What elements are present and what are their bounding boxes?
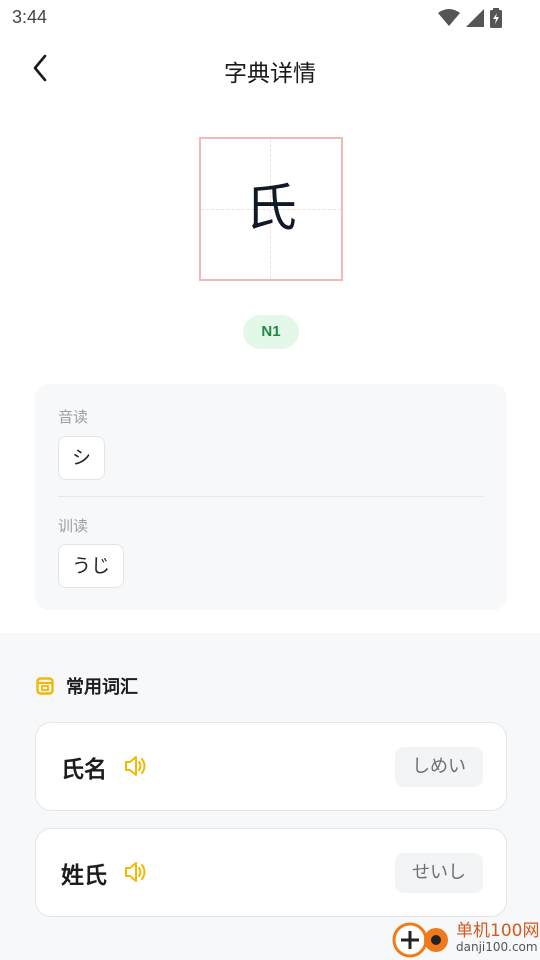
battery-icon — [490, 8, 502, 28]
vocab-title: 常用词汇 — [66, 677, 138, 698]
vocab-item[interactable]: 氏名 しめい — [35, 722, 507, 811]
vocab-word: 姓氏 — [61, 863, 107, 889]
watermark-logo-icon — [392, 922, 448, 958]
book-icon — [36, 677, 54, 695]
wifi-icon — [438, 9, 460, 26]
page-title: 字典详情 — [224, 61, 316, 87]
on-reading-label: 音读 — [58, 408, 89, 426]
kanji-character: 氏 — [244, 179, 297, 239]
watermark-name: 单机100网 — [456, 921, 540, 941]
speaker-icon[interactable] — [124, 861, 148, 883]
divider — [58, 496, 484, 497]
readings-card: 音读 シ 训读 うじ — [35, 384, 507, 610]
watermark: 单机100网 danji100.com — [390, 916, 540, 960]
kun-reading-label: 训读 — [58, 517, 89, 535]
speaker-icon[interactable] — [124, 755, 148, 777]
vocab-header: 常用词汇 — [36, 673, 138, 699]
vocab-section: 常用词汇 氏名 しめい 姓氏 せいし — [0, 633, 540, 960]
header: 字典详情 — [0, 40, 540, 96]
vocab-item[interactable]: 姓氏 せいし — [35, 828, 507, 917]
on-reading-chip[interactable]: シ — [58, 436, 106, 480]
vocab-reading: せいし — [395, 853, 483, 893]
vocab-word: 氏名 — [61, 757, 107, 783]
vocab-reading: しめい — [395, 747, 483, 787]
kun-reading-chip[interactable]: うじ — [58, 544, 125, 588]
watermark-url: danji100.com — [456, 940, 538, 954]
character-grid: 氏 — [199, 137, 343, 281]
status-icons — [438, 8, 502, 28]
status-bar: 3:44 — [0, 0, 540, 36]
jlpt-level-badge: N1 — [243, 315, 299, 349]
signal-icon — [466, 9, 484, 27]
status-time: 3:44 — [12, 7, 48, 27]
